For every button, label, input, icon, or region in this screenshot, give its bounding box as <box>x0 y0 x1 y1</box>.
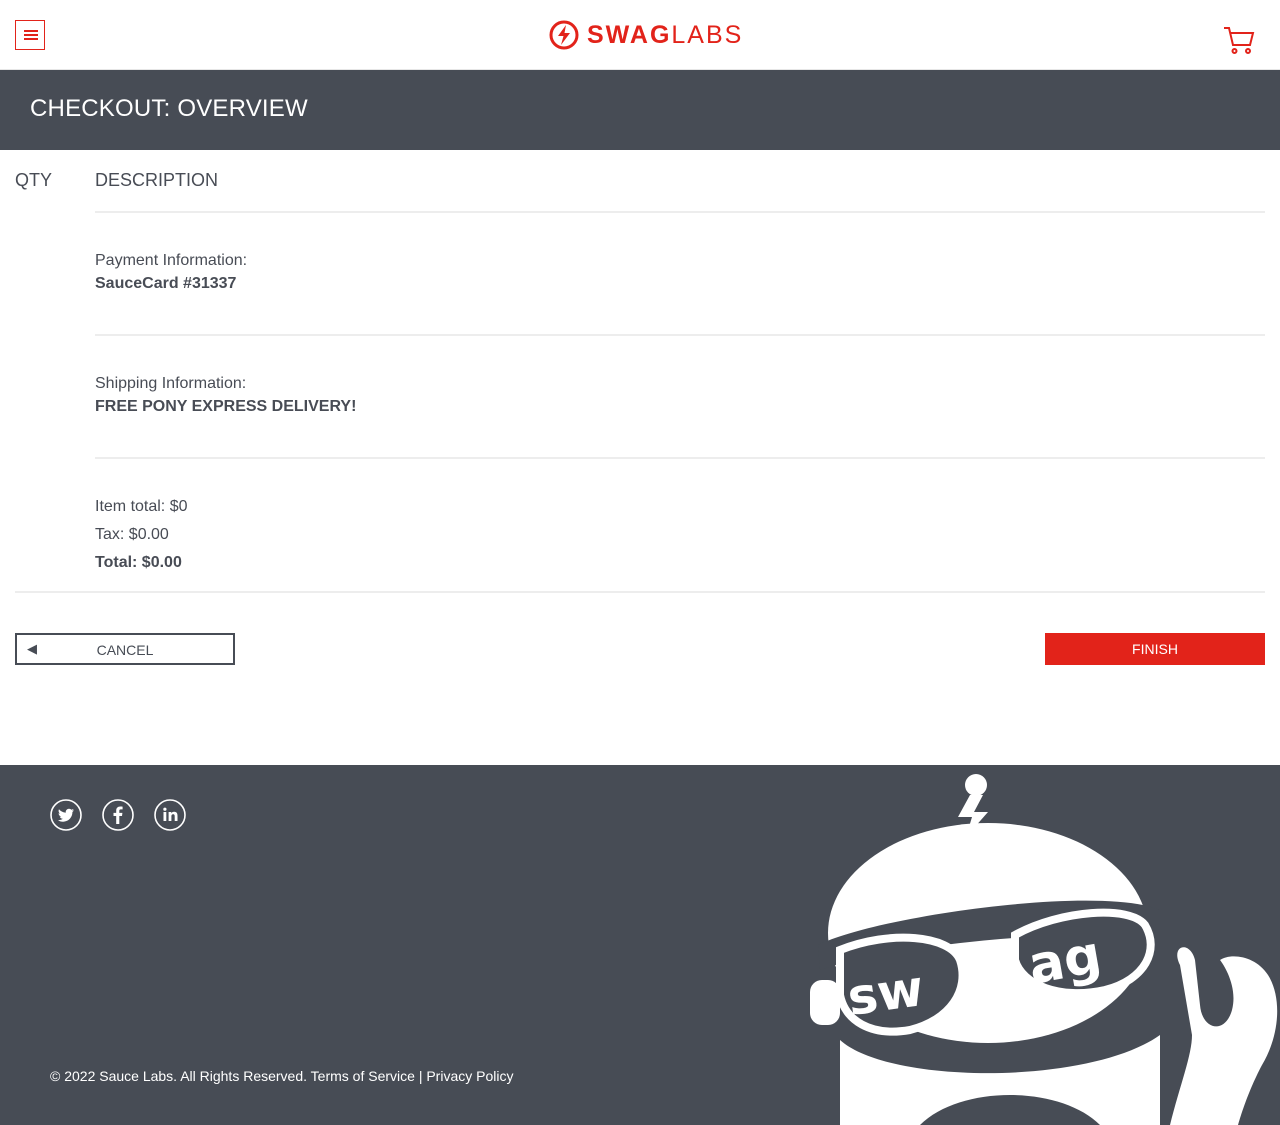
footer: © 2022 Sauce Labs. All Rights Reserved. … <box>0 765 1280 1125</box>
robot-glasses-text-right: ag <box>1024 925 1106 997</box>
shipping-info-value: FREE PONY EXPRESS DELIVERY! <box>95 398 357 415</box>
swag-robot-mascot-icon: sw ag <box>810 774 1278 1125</box>
tax-total: Tax: $0.00 <box>95 526 169 543</box>
shopping-cart-icon <box>1224 27 1255 54</box>
menu-icon <box>24 30 38 32</box>
cancel-button[interactable]: ◀ CANCEL <box>15 633 235 665</box>
logo-text-light: LABS <box>671 21 744 49</box>
grand-total: Total: $0.00 <box>95 554 182 571</box>
payment-info-label: Payment Information: <box>95 252 248 269</box>
logo-text: SWAGLABS <box>587 20 743 50</box>
twitter-icon <box>50 799 82 831</box>
footer-copyright: © 2022 Sauce Labs. All Rights Reserved. … <box>50 1067 513 1085</box>
divider <box>95 457 1265 459</box>
footer-separator: | <box>418 1068 423 1084</box>
item-total: Item total: $0 <box>95 498 188 515</box>
app-logo: SWAGLABS <box>549 20 743 50</box>
shopping-cart-link[interactable] <box>1222 24 1256 56</box>
primary-header: SWAGLABS <box>0 0 1280 70</box>
robot-glasses-text: sw <box>844 959 927 1027</box>
linkedin-link[interactable] <box>154 799 186 831</box>
menu-icon-bar <box>24 34 38 36</box>
divider <box>15 591 1265 593</box>
facebook-icon <box>102 799 134 831</box>
divider <box>95 334 1265 336</box>
menu-icon-bar <box>24 38 38 40</box>
logo-text-bold: SWAG <box>587 21 672 49</box>
finish-button[interactable]: FINISH <box>1045 633 1265 665</box>
finish-button-label: FINISH <box>1132 641 1178 657</box>
linkedin-icon <box>154 799 186 831</box>
divider <box>95 211 1265 213</box>
page-title: CHECKOUT: OVERVIEW <box>30 95 308 122</box>
terms-of-service-link[interactable]: Terms of Service <box>311 1068 415 1084</box>
menu-button[interactable] <box>15 20 45 50</box>
twitter-link[interactable] <box>50 799 82 831</box>
copyright-text: © 2022 Sauce Labs. All Rights Reserved. <box>50 1068 308 1084</box>
description-column-label: DESCRIPTION <box>95 170 219 190</box>
facebook-link[interactable] <box>102 799 134 831</box>
shipping-info-label: Shipping Information: <box>95 375 247 392</box>
qty-column-label: QTY <box>15 170 53 190</box>
privacy-policy-link[interactable]: Privacy Policy <box>426 1068 513 1084</box>
swag-labs-logo-icon <box>549 20 579 50</box>
payment-info-value: SauceCard #31337 <box>95 275 237 292</box>
cancel-button-label: CANCEL <box>96 642 154 658</box>
